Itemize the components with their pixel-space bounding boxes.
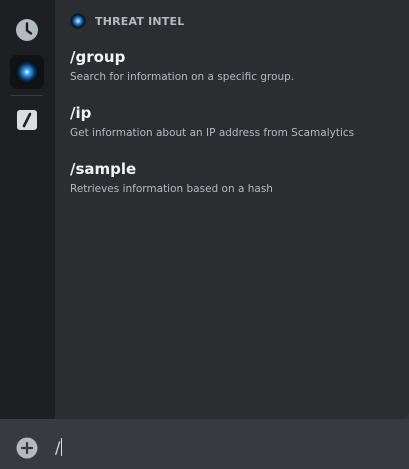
command-description: Retrieves information based on a hash (70, 183, 273, 195)
command-option-group[interactable]: /group Search for information on a speci… (70, 47, 400, 84)
rail-divider (11, 95, 43, 96)
app-avatar-icon (15, 60, 39, 84)
section-header: THREAT INTEL (70, 13, 184, 29)
message-composer: / (0, 419, 409, 469)
clock-icon (16, 19, 38, 41)
built-in-commands-button[interactable] (11, 104, 43, 136)
app-avatar-icon (70, 13, 86, 29)
command-name: /group (70, 48, 126, 66)
command-category-rail (0, 0, 55, 419)
message-input[interactable]: / (55, 437, 63, 459)
text-caret (61, 438, 63, 456)
slash-command-icon (17, 110, 37, 130)
command-autocomplete-popup: THREAT INTEL /group Search for informati… (0, 0, 409, 419)
recent-commands-button[interactable] (11, 14, 43, 46)
message-input-text: / (55, 438, 61, 457)
section-title: THREAT INTEL (95, 14, 185, 28)
add-attachment-button[interactable] (16, 437, 38, 459)
command-option-sample[interactable]: /sample Retrieves information based on a… (70, 159, 400, 196)
command-name: /sample (70, 160, 137, 178)
threat-intel-app-button[interactable] (10, 55, 44, 89)
command-description: Search for information on a specific gro… (70, 71, 295, 83)
command-name: /ip (70, 104, 92, 122)
command-description: Get information about an IP address from… (70, 127, 355, 139)
command-option-ip[interactable]: /ip Get information about an IP address … (70, 103, 400, 140)
plus-circle-icon (16, 437, 38, 459)
